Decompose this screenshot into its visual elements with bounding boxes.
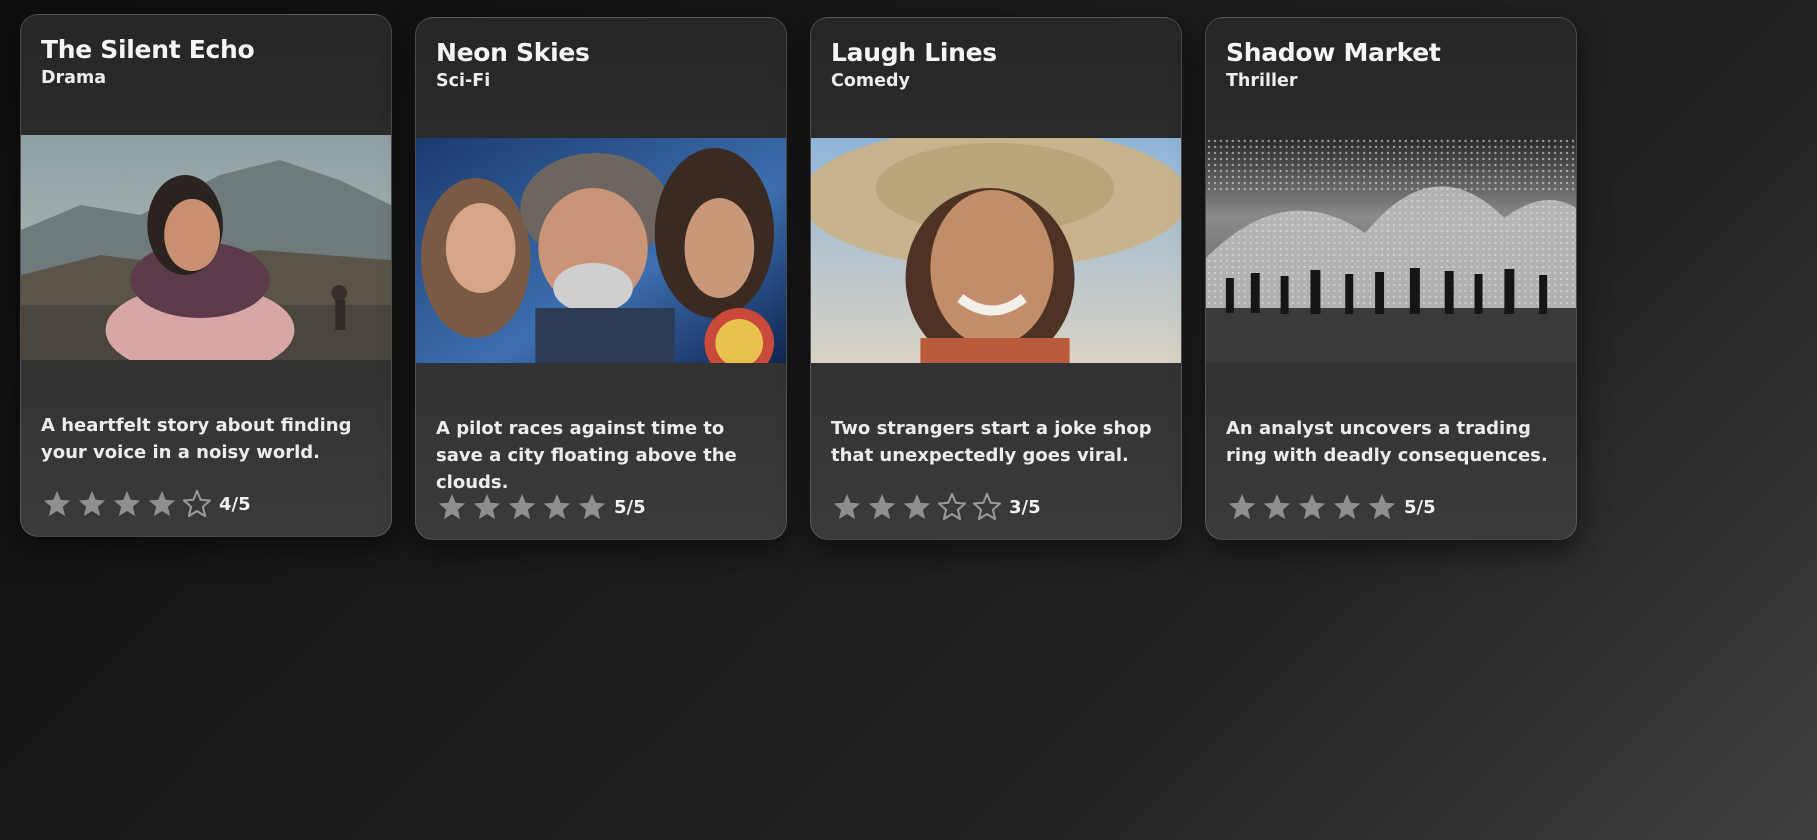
star-filled-icon bbox=[1224, 492, 1259, 522]
card-header: Neon Skies Sci-Fi bbox=[436, 38, 770, 92]
movie-title: Neon Skies bbox=[436, 38, 590, 67]
star-rating bbox=[1224, 492, 1399, 522]
star-filled-icon bbox=[144, 489, 179, 519]
movie-card[interactable]: Shadow Market Thriller An analyst uncove… bbox=[1205, 17, 1577, 540]
rating-value: 3/5 bbox=[1009, 496, 1041, 518]
movie-card[interactable]: The Silent Echo Drama A heartfelt story … bbox=[20, 14, 392, 537]
movie-description: A pilot races against time to save a cit… bbox=[436, 418, 737, 493]
star-empty-icon bbox=[969, 492, 1004, 522]
movie-poster bbox=[21, 135, 391, 360]
poster-thriller-image bbox=[1206, 138, 1576, 363]
star-filled-icon bbox=[1259, 492, 1294, 522]
star-filled-icon bbox=[434, 492, 469, 522]
movie-poster bbox=[1206, 138, 1576, 363]
movie-poster bbox=[416, 138, 786, 363]
poster-scifi-image bbox=[416, 138, 786, 363]
poster-drama-image bbox=[21, 135, 391, 360]
star-filled-icon bbox=[864, 492, 899, 522]
star-filled-icon bbox=[829, 492, 864, 522]
movie-description: Two strangers start a joke shop that une… bbox=[831, 418, 1152, 466]
star-filled-icon bbox=[504, 492, 539, 522]
poster-comedy-image bbox=[811, 138, 1181, 363]
star-rating bbox=[829, 492, 1004, 522]
star-filled-icon bbox=[109, 489, 144, 519]
movie-title: Laugh Lines bbox=[831, 38, 997, 67]
card-header: Shadow Market Thriller bbox=[1226, 38, 1560, 92]
star-filled-icon bbox=[1364, 492, 1399, 522]
movie-genre: Comedy bbox=[831, 71, 910, 91]
star-filled-icon bbox=[899, 492, 934, 522]
card-header: Laugh Lines Comedy bbox=[831, 38, 1165, 92]
movie-title: The Silent Echo bbox=[41, 35, 255, 64]
movie-genre: Sci-Fi bbox=[436, 71, 491, 91]
star-filled-icon bbox=[469, 492, 504, 522]
rating-value: 4/5 bbox=[219, 493, 251, 515]
card-header: The Silent Echo Drama bbox=[41, 35, 375, 89]
rating: 4/5 bbox=[39, 489, 251, 519]
rating-value: 5/5 bbox=[614, 496, 646, 518]
star-rating bbox=[434, 492, 609, 522]
star-filled-icon bbox=[1329, 492, 1364, 522]
star-filled-icon bbox=[539, 492, 574, 522]
rating: 3/5 bbox=[829, 492, 1041, 522]
movie-genre: Drama bbox=[41, 68, 107, 88]
star-filled-icon bbox=[74, 489, 109, 519]
movie-card[interactable]: Neon Skies Sci-Fi A pilot races against … bbox=[415, 17, 787, 540]
rating: 5/5 bbox=[434, 492, 646, 522]
star-rating bbox=[39, 489, 214, 519]
movie-title: Shadow Market bbox=[1226, 38, 1441, 67]
star-filled-icon bbox=[39, 489, 74, 519]
movie-card[interactable]: Laugh Lines Comedy Two strangers start a… bbox=[810, 17, 1182, 540]
star-empty-icon bbox=[934, 492, 969, 522]
movie-poster bbox=[811, 138, 1181, 363]
rating: 5/5 bbox=[1224, 492, 1436, 522]
movie-genre: Thriller bbox=[1226, 71, 1298, 91]
star-filled-icon bbox=[574, 492, 609, 522]
star-filled-icon bbox=[1294, 492, 1329, 522]
movie-description: A heartfelt story about finding your voi… bbox=[41, 415, 352, 463]
movie-description: An analyst uncovers a trading ring with … bbox=[1226, 418, 1548, 466]
star-empty-icon bbox=[179, 489, 214, 519]
rating-value: 5/5 bbox=[1404, 496, 1436, 518]
